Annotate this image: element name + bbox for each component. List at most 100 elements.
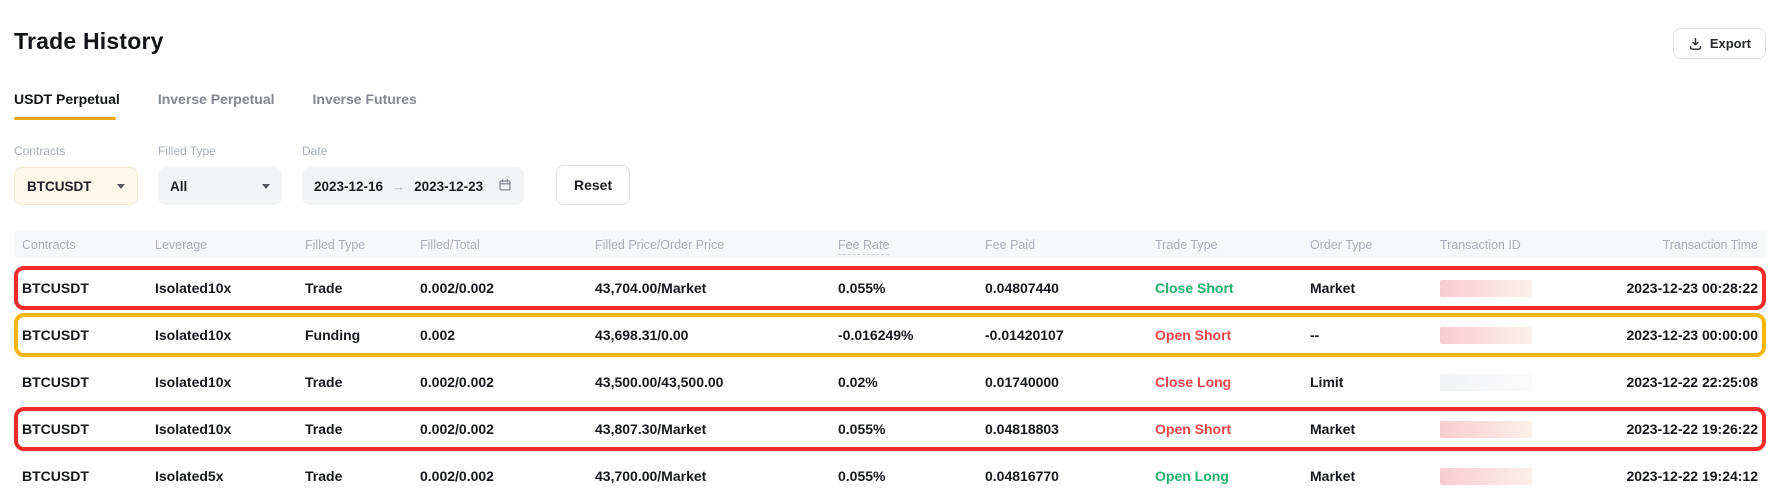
cell-filled-total: 0.002 <box>420 327 595 343</box>
table-row[interactable]: BTCUSDTIsolated10xTrade0.002/0.00243,500… <box>14 360 1766 404</box>
cell-transaction-time: 2023-12-22 19:24:12 <box>1580 468 1758 484</box>
chevron-down-icon <box>117 184 125 189</box>
column-header-contracts: Contracts <box>22 238 155 252</box>
export-button[interactable]: Export <box>1673 28 1766 59</box>
column-header-transaction-time: Transaction Time <box>1580 238 1758 252</box>
column-header-filled-price-order-price: Filled Price/Order Price <box>595 238 838 252</box>
column-header-filled-total: Filled/Total <box>420 238 595 252</box>
column-header-fee-rate[interactable]: Fee Rate <box>838 238 985 252</box>
cell-filled-total: 0.002/0.002 <box>420 421 595 437</box>
page-header: Trade History Export <box>14 28 1766 59</box>
date-to-value: 2023-12-23 <box>414 179 483 194</box>
column-header-fee-paid: Fee Paid <box>985 238 1155 252</box>
cell-order-type: -- <box>1310 327 1440 343</box>
cell-fee-rate: 0.055% <box>838 280 985 296</box>
cell-leverage: Isolated10x <box>155 327 305 343</box>
cell-order-type: Market <box>1310 280 1440 296</box>
cell-filled-total: 0.002/0.002 <box>420 280 595 296</box>
cell-filled-type: Trade <box>305 280 420 296</box>
column-header-label: Filled Price/Order Price <box>595 238 724 252</box>
cell-filled-total: 0.002/0.002 <box>420 374 595 390</box>
cell-transaction-time: 2023-12-22 22:25:08 <box>1580 374 1758 390</box>
cell-order-type: Limit <box>1310 374 1440 390</box>
export-button-label: Export <box>1710 36 1751 51</box>
table-header: ContractsLeverageFilled TypeFilled/Total… <box>14 231 1766 258</box>
cell-fee-paid: 0.01740000 <box>985 374 1155 390</box>
cell-transaction-id <box>1440 373 1580 391</box>
chevron-down-icon <box>262 184 270 189</box>
cell-filled-price: 43,807.30/Market <box>595 421 838 437</box>
cell-order-type: Market <box>1310 421 1440 437</box>
cell-trade-type: Close Long <box>1155 374 1310 390</box>
tab-usdt-perpetual[interactable]: USDT Perpetual <box>14 91 120 120</box>
cell-fee-paid: 0.04807440 <box>985 280 1155 296</box>
cell-filled-price: 43,500.00/43,500.00 <box>595 374 838 390</box>
cell-fee-paid: 0.04818803 <box>985 421 1155 437</box>
reset-button[interactable]: Reset <box>556 165 630 205</box>
redaction-box <box>1440 421 1532 438</box>
redaction-box <box>1440 327 1532 344</box>
redaction-box <box>1440 374 1532 391</box>
download-icon <box>1688 36 1703 51</box>
contracts-filter-group: Contracts BTCUSDT <box>14 144 138 205</box>
contracts-select[interactable]: BTCUSDT <box>14 167 138 205</box>
cell-fee-rate: -0.016249% <box>838 327 985 343</box>
cell-leverage: Isolated10x <box>155 421 305 437</box>
column-header-leverage: Leverage <box>155 238 305 252</box>
column-header-trade-type: Trade Type <box>1155 238 1310 252</box>
cell-contracts: BTCUSDT <box>22 468 155 484</box>
table-row[interactable]: BTCUSDTIsolated10xTrade0.002/0.00243,807… <box>14 407 1766 451</box>
cell-filled-type: Trade <box>305 421 420 437</box>
cell-filled-type: Trade <box>305 468 420 484</box>
table-row[interactable]: BTCUSDTIsolated5xTrade0.002/0.00243,700.… <box>14 454 1766 498</box>
page-title: Trade History <box>14 28 164 55</box>
tab-inverse-perpetual[interactable]: Inverse Perpetual <box>158 91 275 120</box>
cell-filled-type: Trade <box>305 374 420 390</box>
cell-leverage: Isolated10x <box>155 374 305 390</box>
cell-filled-price: 43,704.00/Market <box>595 280 838 296</box>
column-header-label: Fee Rate <box>838 238 889 255</box>
cell-contracts: BTCUSDT <box>22 280 155 296</box>
column-header-label: Fee Paid <box>985 238 1035 252</box>
cell-filled-price: 43,698.31/0.00 <box>595 327 838 343</box>
cell-transaction-time: 2023-12-23 00:28:22 <box>1580 280 1758 296</box>
column-header-label: Transaction Time <box>1663 238 1758 252</box>
cell-contracts: BTCUSDT <box>22 327 155 343</box>
cell-trade-type: Open Short <box>1155 327 1310 343</box>
column-header-transaction-id: Transaction ID <box>1440 238 1580 252</box>
cell-fee-rate: 0.055% <box>838 468 985 484</box>
cell-trade-type: Open Long <box>1155 468 1310 484</box>
cell-order-type: Market <box>1310 468 1440 484</box>
cell-leverage: Isolated10x <box>155 280 305 296</box>
cell-fee-rate: 0.055% <box>838 421 985 437</box>
cell-filled-price: 43,700.00/Market <box>595 468 838 484</box>
tab-inverse-futures[interactable]: Inverse Futures <box>313 91 417 120</box>
date-filter-label: Date <box>302 144 524 158</box>
date-range-picker[interactable]: 2023-12-16 → 2023-12-23 <box>302 167 524 205</box>
cell-contracts: BTCUSDT <box>22 374 155 390</box>
cell-transaction-id <box>1440 279 1580 297</box>
filled-type-filter-label: Filled Type <box>158 144 282 158</box>
cell-transaction-id <box>1440 420 1580 438</box>
table-row[interactable]: BTCUSDTIsolated10xFunding0.00243,698.31/… <box>14 313 1766 357</box>
column-header-order-type: Order Type <box>1310 238 1440 252</box>
trade-history-page: Trade History Export USDT Perpetual Inve… <box>0 0 1780 498</box>
cell-fee-paid: 0.04816770 <box>985 468 1155 484</box>
column-header-label: Contracts <box>22 238 76 252</box>
column-header-label: Transaction ID <box>1440 238 1521 252</box>
table-body: BTCUSDTIsolated10xTrade0.002/0.00243,704… <box>14 266 1766 498</box>
contracts-select-value: BTCUSDT <box>27 179 92 194</box>
cell-transaction-time: 2023-12-23 00:00:00 <box>1580 327 1758 343</box>
table-row[interactable]: BTCUSDTIsolated10xTrade0.002/0.00243,704… <box>14 266 1766 310</box>
trade-history-table: ContractsLeverageFilled TypeFilled/Total… <box>14 231 1766 498</box>
cell-trade-type: Open Short <box>1155 421 1310 437</box>
filled-type-select[interactable]: All <box>158 167 282 205</box>
column-header-label: Order Type <box>1310 238 1372 252</box>
cell-transaction-id <box>1440 467 1580 485</box>
date-range-arrow: → <box>392 179 405 194</box>
redaction-box <box>1440 468 1532 485</box>
column-header-label: Leverage <box>155 238 207 252</box>
tab-bar: USDT Perpetual Inverse Perpetual Inverse… <box>14 91 1766 120</box>
contracts-filter-label: Contracts <box>14 144 138 158</box>
cell-leverage: Isolated5x <box>155 468 305 484</box>
